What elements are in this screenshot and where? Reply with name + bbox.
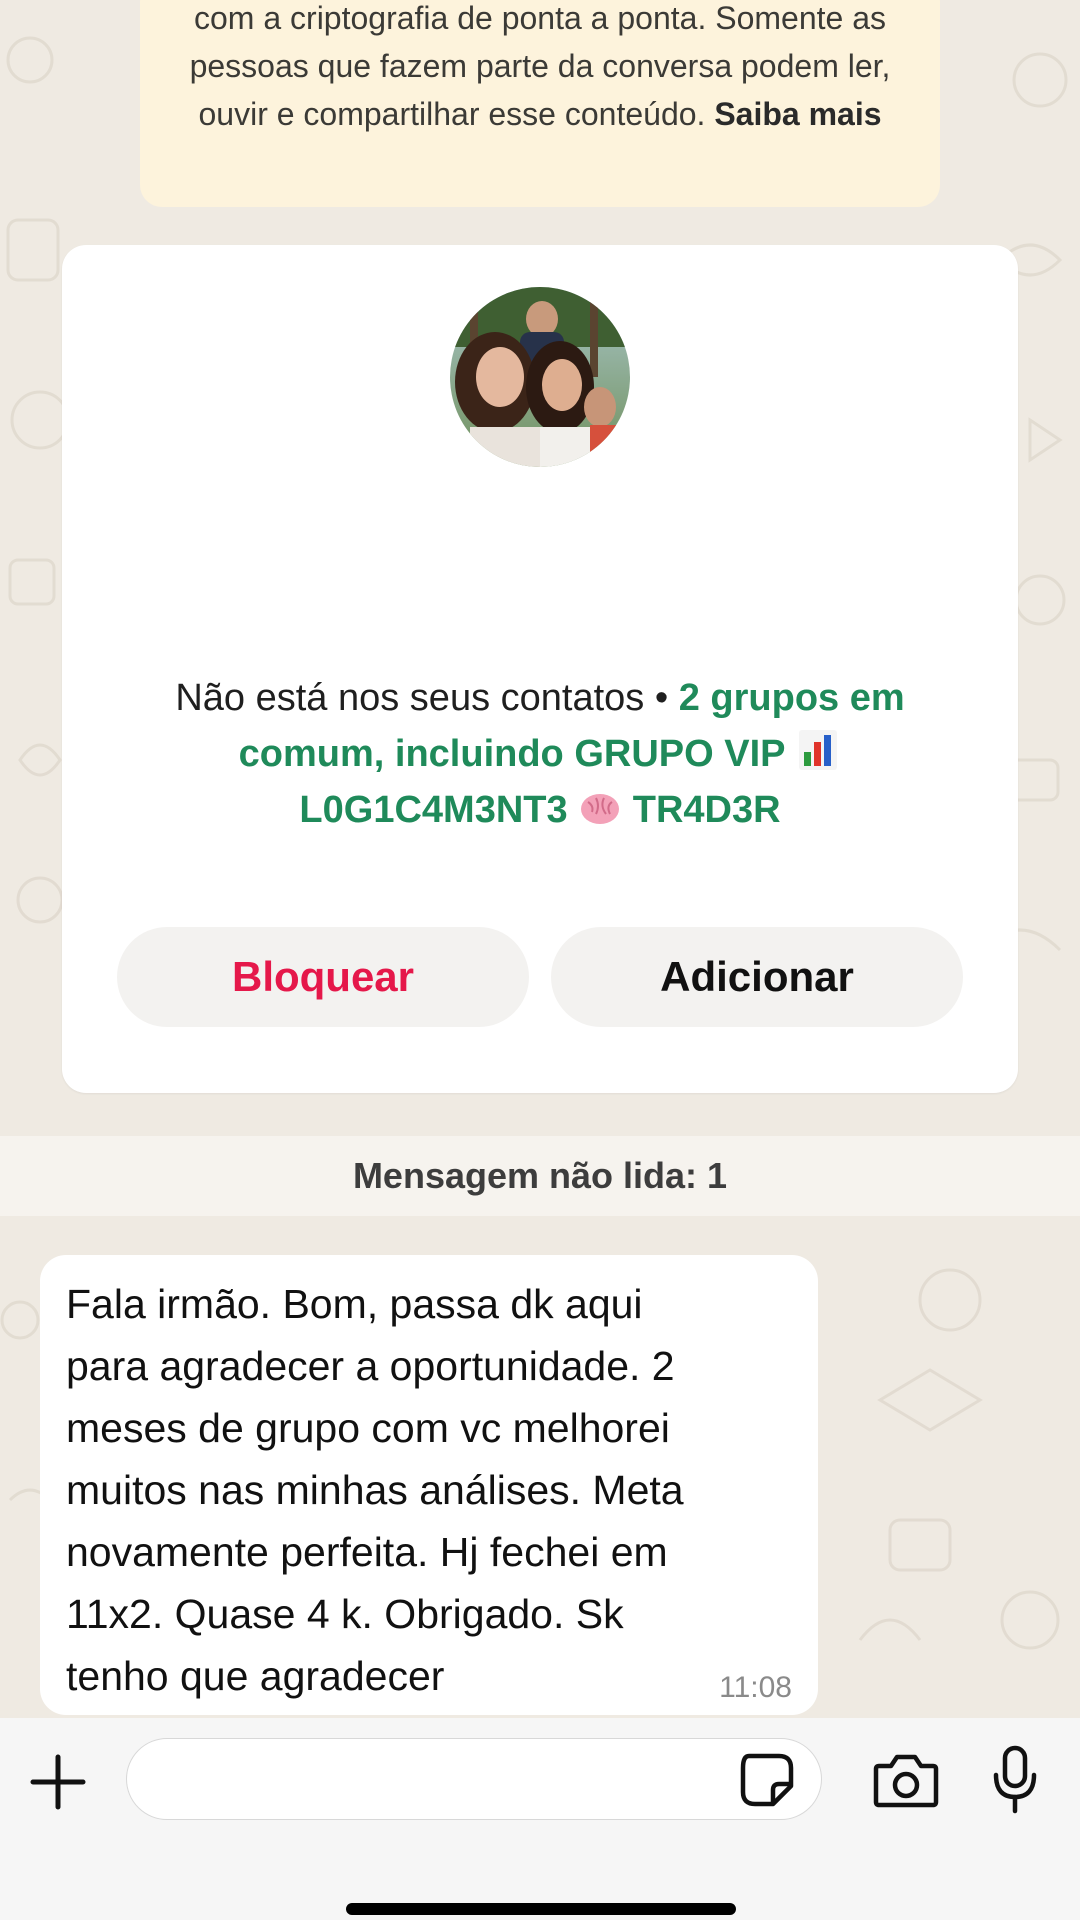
contact-avatar[interactable]	[450, 287, 630, 467]
voice-message-button[interactable]	[980, 1740, 1050, 1820]
unread-messages-divider: Mensagem não lida: 1	[0, 1136, 1080, 1216]
unknown-contact-card: Não está nos seus contatos • 2 grupos em…	[62, 245, 1018, 1093]
sticker-button[interactable]	[732, 1745, 802, 1815]
chat-background: com a criptografia de ponta a ponta. Som…	[0, 0, 1080, 1720]
plus-icon	[30, 1754, 86, 1810]
message-composer	[0, 1718, 1080, 1920]
profile-photo-icon	[450, 287, 630, 467]
block-button[interactable]: Bloquear	[117, 927, 529, 1027]
message-input[interactable]	[126, 1738, 822, 1820]
brain-icon	[581, 794, 620, 824]
incoming-message-bubble[interactable]: Fala irmão. Bom, passa dk aqui para agra…	[40, 1255, 818, 1715]
microphone-icon	[993, 1745, 1037, 1814]
camera-icon	[873, 1754, 939, 1808]
home-indicator[interactable]	[346, 1903, 736, 1915]
learn-more-link[interactable]: Saiba mais	[714, 96, 881, 132]
group-name-suffix: TR4D3R	[632, 789, 781, 831]
add-contact-button[interactable]: Adicionar	[551, 927, 963, 1027]
message-timestamp: 11:08	[719, 1671, 792, 1704]
camera-button[interactable]	[868, 1742, 944, 1818]
separator: •	[654, 677, 669, 719]
group-name: L0G1C4M3NT3	[299, 789, 568, 831]
sticker-icon	[740, 1753, 794, 1807]
encryption-notice: com a criptografia de ponta a ponta. Som…	[140, 0, 940, 207]
message-text: Fala irmão. Bom, passa dk aqui para agra…	[66, 1281, 684, 1699]
attach-button[interactable]	[22, 1746, 94, 1818]
not-in-contacts-text: Não está nos seus contatos	[175, 677, 645, 719]
bar-chart-icon	[799, 730, 838, 770]
contact-info: Não está nos seus contatos • 2 grupos em…	[102, 670, 978, 838]
